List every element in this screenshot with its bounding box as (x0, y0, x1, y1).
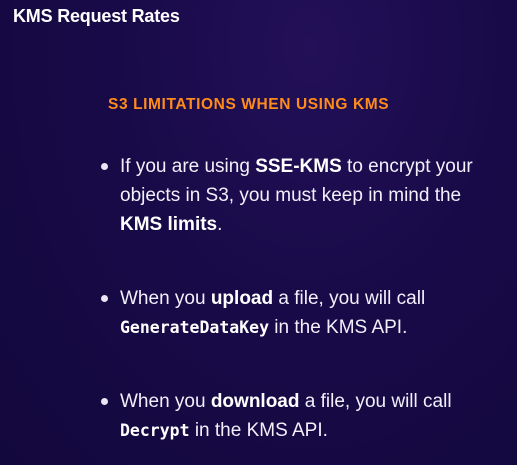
code-generate-data-key: GenerateDataKey (120, 318, 270, 337)
bullet-emphasis-upload: upload (210, 288, 274, 309)
bullet-sse-kms: If you are using SSE-KMS to encrypt your… (100, 152, 505, 239)
bullet-text: a file, you will call (299, 391, 452, 412)
bullet-text: in the KMS API. (189, 420, 328, 441)
bullet-text: When you (120, 391, 211, 412)
bullet-download: When you download a file, you will call … (100, 387, 505, 445)
slide-title: KMS Request Rates (13, 6, 180, 26)
bullet-text: . (217, 214, 223, 235)
bullet-text: When you (120, 288, 211, 309)
bullet-text: in the KMS API. (269, 317, 408, 338)
bullet-list: If you are using SSE-KMS to encrypt your… (100, 152, 505, 445)
code-decrypt: Decrypt (120, 421, 190, 440)
bullet-emphasis-sse-kms: SSE-KMS (255, 156, 342, 177)
bullet-emphasis-kms-limits: KMS limits (120, 214, 218, 235)
bullet-text: a file, you will call (273, 288, 426, 309)
bullet-emphasis-download: download (210, 391, 300, 412)
bullet-upload: When you upload a file, you will call Ge… (100, 284, 505, 342)
bullet-text: If you are using (120, 156, 256, 177)
section-heading: S3 LIMITATIONS WHEN USING KMS (108, 96, 390, 113)
